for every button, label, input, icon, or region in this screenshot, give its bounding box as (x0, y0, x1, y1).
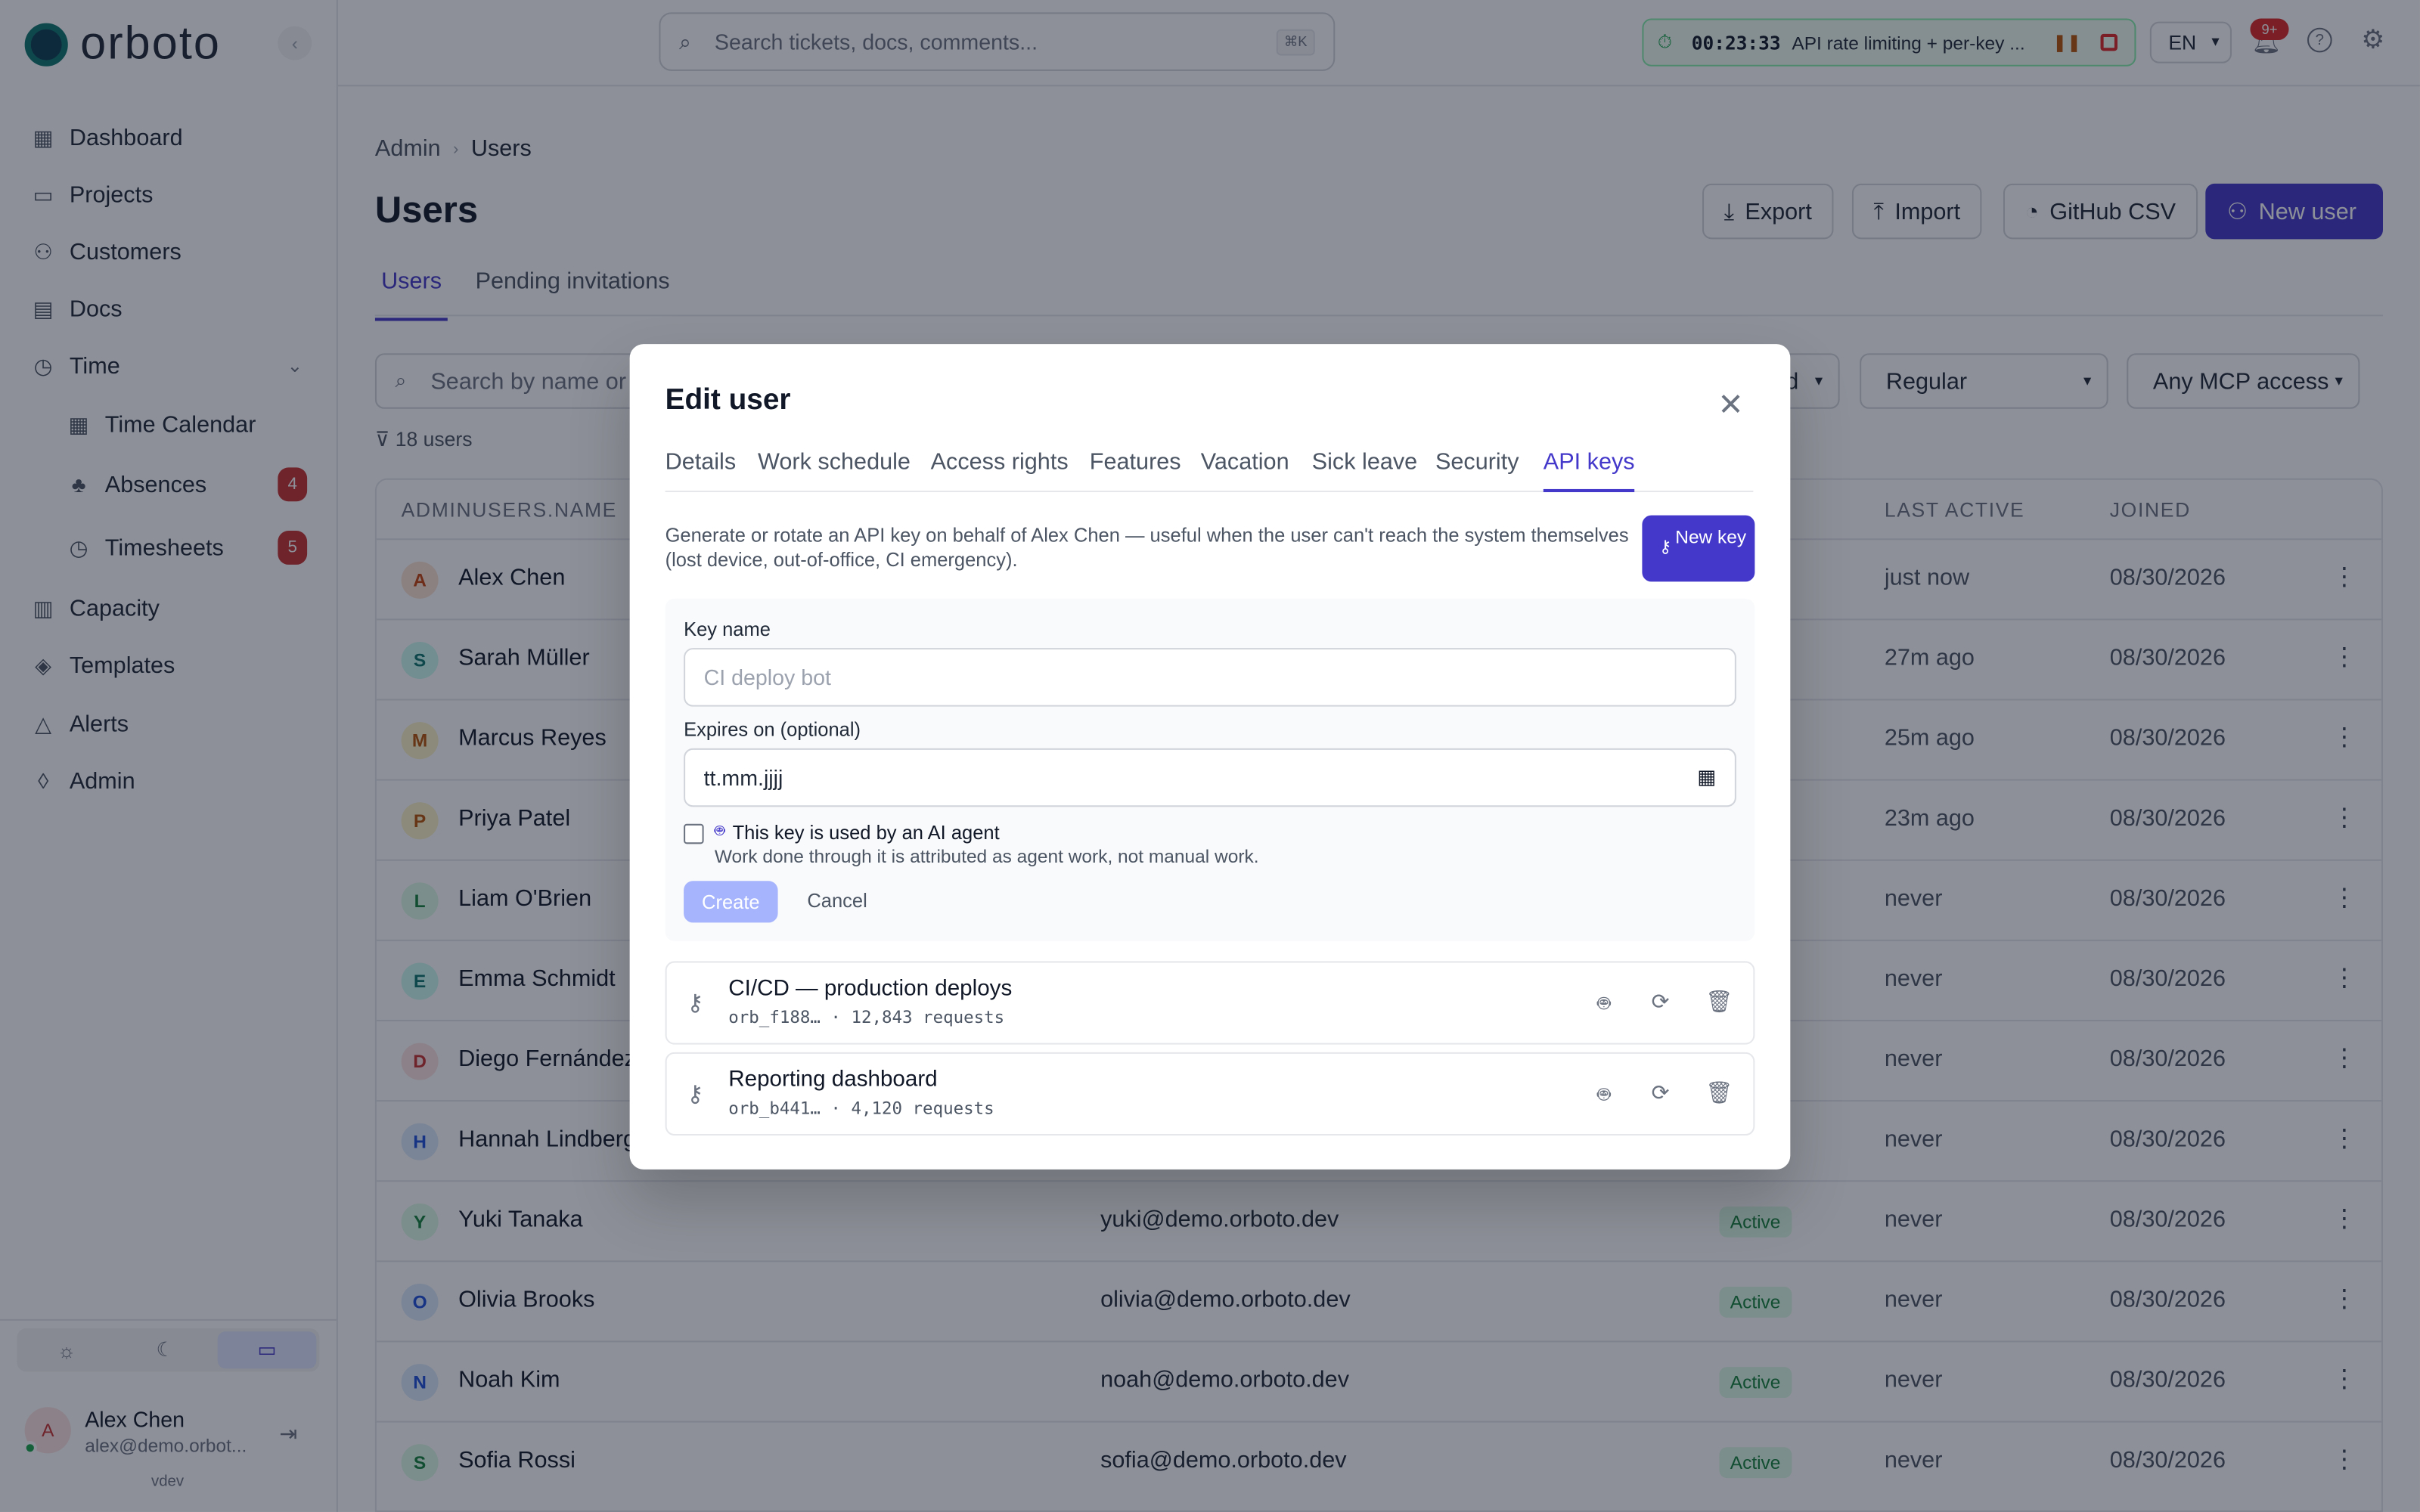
calendar-icon[interactable]: ▦ (1697, 765, 1716, 790)
modal-tab-features[interactable]: Features (1090, 449, 1181, 476)
modal-title: Edit user (665, 384, 791, 417)
expires-date-input[interactable]: tt.mm.jjjj ▦ (684, 748, 1736, 807)
ai-agent-hint: Work done through it is attributed as ag… (714, 845, 1259, 867)
key-name-label: Key name (684, 618, 771, 640)
refresh-icon[interactable]: ⟳ (1652, 1080, 1670, 1107)
ai-agent-label: 🤖︎ This key is used by an AI agent (715, 821, 1000, 844)
create-key-form: Key name CI deploy bot Expires on (optio… (665, 598, 1755, 941)
bot-icon: 🤖︎ (714, 822, 725, 841)
create-button[interactable]: Create (684, 881, 778, 923)
modal-tab-vacation[interactable]: Vacation (1201, 449, 1289, 476)
cancel-button[interactable]: Cancel (807, 891, 867, 912)
bot-icon[interactable]: 🤖︎ (1597, 1080, 1610, 1111)
api-key-item: ⚷ Reporting dashboard orb_b441… · 4,120 re… (665, 1052, 1755, 1136)
modal-tabs: Details Work schedule Access rights Feature… (665, 446, 1754, 493)
api-key-description: Generate or rotate an API key on behalf … (665, 524, 1629, 572)
api-key-name: Reporting dashboard (728, 1067, 938, 1092)
edit-user-modal: Edit user ✕ Details Work schedule Access r… (629, 344, 1791, 1170)
new-key-button[interactable]: ⚷ New key (1642, 515, 1755, 582)
trash-icon[interactable]: 🗑︎ (1705, 1080, 1733, 1107)
key-name-input[interactable]: CI deploy bot (684, 648, 1736, 707)
modal-tab-security[interactable]: Security (1435, 449, 1519, 476)
close-icon[interactable]: ✕ (1717, 386, 1743, 424)
api-key-meta: orb_f188… · 12,843 requests (728, 1007, 1005, 1028)
api-key-item: ⚷ CI/CD — production deploys orb_f188… · 1… (665, 961, 1755, 1045)
ai-agent-checkbox[interactable] (684, 823, 704, 844)
refresh-icon[interactable]: ⟳ (1652, 989, 1670, 1015)
modal-tab-sick-leave[interactable]: Sick leave (1312, 449, 1418, 476)
modal-tab-api-keys[interactable]: API keys (1543, 449, 1635, 493)
ai-agent-label-text: This key is used by an AI agent (732, 821, 1000, 844)
key-icon: ⚷ (687, 1081, 704, 1108)
key-icon: ⚷ (687, 990, 704, 1017)
expires-label: Expires on (optional) (684, 719, 861, 741)
modal-tab-work-schedule[interactable]: Work schedule (758, 449, 911, 476)
api-key-name: CI/CD — production deploys (728, 976, 1013, 1002)
trash-icon[interactable]: 🗑︎ (1705, 989, 1733, 1015)
modal-tab-details[interactable]: Details (666, 449, 737, 476)
api-key-meta: orb_b441… · 4,120 requests (728, 1098, 994, 1119)
bot-icon[interactable]: 🤖︎ (1597, 989, 1610, 1020)
key-icon: ⚷ (1658, 538, 1672, 557)
app-root: orboto ‹ ▦ Dashboard ▭ Projects ⚇ Customers ▤ D… (0, 0, 2420, 1512)
modal-tab-access-rights[interactable]: Access rights (931, 449, 1069, 476)
expires-value: tt.mm.jjjj (703, 765, 783, 790)
new-key-label: New key (1675, 525, 1747, 548)
